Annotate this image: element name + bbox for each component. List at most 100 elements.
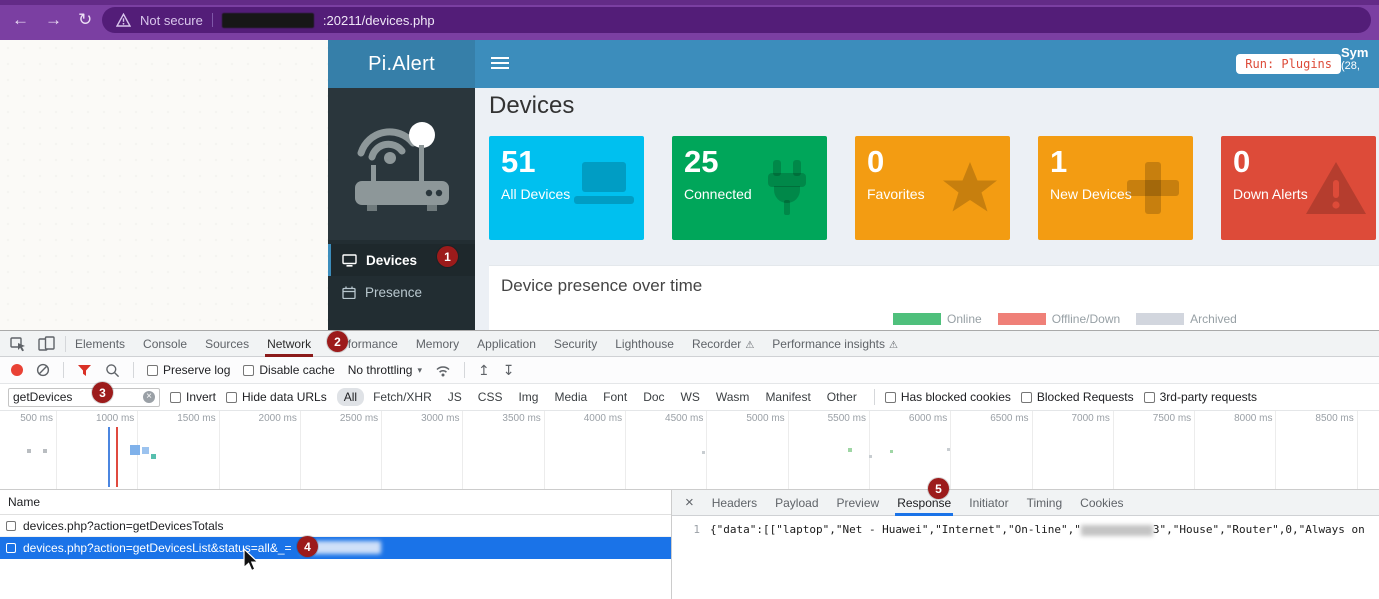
checkbox — [243, 365, 254, 376]
app-logo[interactable]: Pi.Alert — [328, 40, 475, 88]
record-icon[interactable] — [11, 364, 23, 376]
tab-initiator[interactable]: Initiator — [960, 490, 1017, 516]
timeline-activity — [142, 447, 149, 454]
network-overview-timeline[interactable]: 500 ms 1000 ms 1500 ms 2000 ms 2500 ms 3… — [0, 411, 1379, 490]
timeline-tick: 4500 ms — [626, 411, 707, 489]
clear-icon[interactable] — [36, 363, 50, 377]
stat-card-all-devices[interactable]: 51 All Devices — [489, 136, 644, 240]
forward-icon[interactable]: → — [45, 10, 62, 30]
tab-performance-insights[interactable]: Performance insights⚠ — [763, 331, 907, 357]
clear-filter-icon[interactable]: × — [143, 391, 155, 403]
webpage: Pi.Alert Run: Plugins Sym (28, — [0, 40, 1379, 330]
legend-swatch-offline — [998, 313, 1046, 325]
filter-icon[interactable] — [77, 364, 92, 377]
step-badge-4: 4 — [297, 536, 318, 557]
page-left-background — [0, 40, 328, 330]
sidebar-toggle-icon[interactable] — [491, 57, 509, 71]
tab-recorder[interactable]: Recorder⚠ — [683, 331, 763, 357]
has-blocked-cookies-checkbox[interactable]: Has blocked cookies — [885, 390, 1011, 404]
tab-preview[interactable]: Preview — [828, 490, 889, 516]
sidebar-item-presence[interactable]: Presence — [328, 276, 475, 308]
export-har-icon[interactable]: ↧ — [503, 363, 515, 377]
filter-type-doc[interactable]: Doc — [636, 388, 671, 406]
tab-sources[interactable]: Sources — [196, 331, 258, 357]
tab-cookies[interactable]: Cookies — [1071, 490, 1132, 516]
back-icon[interactable]: ← — [12, 10, 29, 30]
filter-input-box[interactable]: × — [8, 388, 160, 407]
tab-payload[interactable]: Payload — [766, 490, 827, 516]
tab-console[interactable]: Console — [134, 331, 196, 357]
timeline-activity — [890, 450, 893, 453]
filter-type-all[interactable]: All — [337, 388, 364, 406]
filter-type-css[interactable]: CSS — [471, 388, 510, 406]
tab-response[interactable]: Response — [888, 490, 960, 516]
plug-icon — [755, 160, 819, 216]
hide-data-urls-checkbox[interactable]: Hide data URLs — [226, 390, 327, 404]
line-number: 1 — [672, 523, 700, 536]
filter-type-other[interactable]: Other — [820, 388, 864, 406]
laptop-icon — [572, 160, 636, 216]
network-toolbar: Preserve log Disable cache No throttling… — [0, 357, 1379, 384]
timeline-activity — [702, 451, 705, 454]
load-marker — [116, 427, 118, 487]
stat-card-down-alerts[interactable]: 0 Down Alerts — [1221, 136, 1376, 240]
search-icon[interactable] — [105, 363, 120, 378]
legend-online: Online — [893, 312, 982, 326]
legend-offline: Offline/Down — [998, 312, 1120, 326]
filter-type-img[interactable]: Img — [511, 388, 545, 406]
request-row-selected[interactable]: devices.php?action=getDevicesList&status… — [0, 537, 671, 559]
timeline-activity — [130, 445, 140, 455]
filter-input[interactable] — [13, 390, 140, 404]
disable-cache-checkbox[interactable]: Disable cache — [243, 363, 334, 377]
run-plugins-button[interactable]: Run: Plugins — [1236, 54, 1341, 74]
filter-type-js[interactable]: JS — [441, 388, 469, 406]
request-row[interactable]: devices.php?action=getDevicesTotals — [0, 515, 671, 537]
checkbox — [885, 392, 896, 403]
filter-type-manifest[interactable]: Manifest — [758, 388, 817, 406]
timeline-tick: 8500 ms — [1276, 411, 1357, 489]
tab-network[interactable]: Network — [258, 331, 320, 357]
page-title: Devices — [489, 92, 574, 120]
tab-timing[interactable]: Timing — [1018, 490, 1072, 516]
tab-application[interactable]: Application — [468, 331, 545, 357]
filter-type-wasm[interactable]: Wasm — [709, 388, 757, 406]
not-secure-warning-icon — [116, 13, 131, 27]
invert-checkbox[interactable]: Invert — [170, 390, 216, 404]
third-party-requests-checkbox[interactable]: 3rd-party requests — [1144, 390, 1257, 404]
tab-memory[interactable]: Memory — [407, 331, 468, 357]
address-bar[interactable]: Not secure :20211/devices.php — [102, 7, 1371, 33]
import-har-icon[interactable]: ↥ — [478, 363, 490, 377]
experiment-icon: ⚠ — [745, 340, 754, 351]
stat-card-new-devices[interactable]: 1 New Devices — [1038, 136, 1193, 240]
stat-card-connected[interactable]: 25 Connected — [672, 136, 827, 240]
filter-type-fetch-xhr[interactable]: Fetch/XHR — [366, 388, 439, 406]
tab-elements[interactable]: Elements — [66, 331, 134, 357]
tab-security[interactable]: Security — [545, 331, 606, 357]
filter-type-media[interactable]: Media — [547, 388, 594, 406]
throttling-select[interactable]: No throttling ▾ — [348, 363, 422, 377]
tab-lighthouse[interactable]: Lighthouse — [606, 331, 683, 357]
device-toolbar-icon[interactable] — [38, 336, 55, 351]
timeline-tick: 2500 ms — [301, 411, 382, 489]
stat-card-favorites[interactable]: 0 Favorites — [855, 136, 1010, 240]
tab-headers[interactable]: Headers — [703, 490, 766, 516]
close-icon[interactable]: × — [676, 494, 703, 511]
request-detail-panel: × Headers Payload Preview Response Initi… — [672, 490, 1379, 599]
network-conditions-icon[interactable] — [435, 363, 451, 377]
filter-type-font[interactable]: Font — [596, 388, 634, 406]
requests-name-header[interactable]: Name — [0, 490, 671, 515]
preserve-log-checkbox[interactable]: Preserve log — [147, 363, 230, 377]
chevron-down-icon: ▾ — [417, 365, 422, 376]
user-info[interactable]: Sym (28, — [1341, 45, 1379, 72]
chart-legend: Online Offline/Down Archived — [893, 312, 1237, 326]
request-name: devices.php?action=getDevicesTotals — [23, 519, 223, 533]
user-name: Sym — [1341, 45, 1379, 60]
blocked-requests-checkbox[interactable]: Blocked Requests — [1021, 390, 1134, 404]
checkbox — [170, 392, 181, 403]
inspect-element-icon[interactable] — [10, 336, 26, 352]
filter-type-ws[interactable]: WS — [674, 388, 707, 406]
step-badge-1: 1 — [437, 246, 458, 267]
refresh-icon[interactable]: ↻ — [78, 10, 92, 30]
timeline-tick: 3500 ms — [463, 411, 544, 489]
window-title-strip — [0, 0, 1379, 5]
